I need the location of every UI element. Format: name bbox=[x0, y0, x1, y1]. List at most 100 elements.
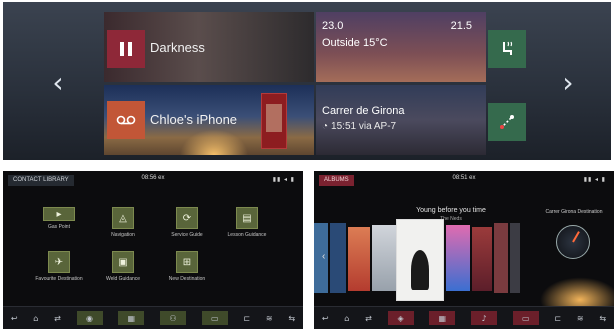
status-clock: 08:51 ex bbox=[452, 175, 476, 181]
compass-icon[interactable] bbox=[556, 225, 590, 259]
dock-apps-button[interactable]: ◉ bbox=[76, 311, 103, 325]
app-grid: ▸ Gas Point ◬ Navigation ⟳ Service Guide… bbox=[29, 207, 279, 295]
voicemail-icon bbox=[116, 115, 136, 125]
bottom-dock: ↩ ⌂ ⇄ ◈ ▦ ♪ ▭ ⊏ ≋ ⇆ bbox=[314, 306, 614, 329]
status-bar: ALBUMS 08:51 ex ▮▮ ◂ ▮ bbox=[314, 171, 614, 189]
album-cover[interactable] bbox=[372, 225, 396, 291]
phone-tile[interactable]: Chloe's iPhone bbox=[104, 85, 314, 155]
media-icon: ▭ bbox=[210, 313, 219, 323]
status-icons: ▮▮ ◂ ▮ bbox=[272, 177, 295, 183]
media-app-screen: ALBUMS 08:51 ex ▮▮ ◂ ▮ Young before you … bbox=[314, 171, 614, 329]
app-new-destination[interactable]: ⊞ New Destination bbox=[157, 251, 217, 282]
layout-icon[interactable]: ⊏ bbox=[554, 314, 561, 323]
back-icon[interactable]: ↩ bbox=[322, 314, 329, 323]
app-service-guide[interactable]: ⟳ Service Guide bbox=[157, 207, 217, 238]
app-navigation[interactable]: ◬ Navigation bbox=[93, 207, 153, 238]
back-icon[interactable]: ↩ bbox=[11, 314, 18, 323]
app-label: Navigation bbox=[111, 232, 135, 238]
albums-tab[interactable]: ALBUMS bbox=[319, 174, 354, 186]
dock-car-button[interactable]: ⚇ bbox=[160, 311, 187, 325]
passenger-temperature: 21.5 bbox=[450, 20, 472, 32]
road-light-image bbox=[174, 125, 254, 155]
home-icon[interactable]: ⌂ bbox=[344, 314, 349, 323]
pause-icon bbox=[120, 42, 132, 56]
music-icon: ♪ bbox=[481, 313, 487, 323]
previous-album-arrow[interactable]: ‹ bbox=[322, 251, 325, 262]
navigation-tile-background bbox=[316, 85, 486, 155]
media-tile[interactable]: Darkness bbox=[104, 12, 314, 82]
app-gas-point[interactable]: ▸ Gas Point bbox=[29, 207, 89, 230]
lesson-icon: ▤ bbox=[236, 207, 258, 229]
app-weld-guidance[interactable]: ▣ Weld Guidance bbox=[93, 251, 153, 282]
screen-icon[interactable]: ⊏ bbox=[243, 314, 250, 323]
app-favourite-destination[interactable]: ✈ Favourite Destination bbox=[29, 251, 89, 282]
swap-icon[interactable]: ⇄ bbox=[54, 314, 61, 323]
dock-media-button[interactable]: ▭ bbox=[201, 311, 228, 325]
dock-screen-button[interactable]: ▭ bbox=[512, 311, 539, 325]
pause-button[interactable] bbox=[107, 30, 145, 68]
album-cover[interactable] bbox=[314, 223, 328, 293]
dock-grid-button[interactable]: ▦ bbox=[429, 311, 456, 325]
car-icon: ⚇ bbox=[169, 313, 177, 323]
dock-music-button[interactable]: ♪ bbox=[471, 311, 498, 325]
apps-icon: ◉ bbox=[86, 313, 94, 323]
gas-icon: ▸ bbox=[43, 207, 75, 221]
status-bar: CONTACT LIBRARY 08:56 ex ▮▮ ◂ ▮ bbox=[3, 171, 303, 189]
arrival-eta-text: 15:51 via AP-7 bbox=[331, 121, 397, 132]
album-cover[interactable] bbox=[330, 223, 346, 293]
phone-booth-image bbox=[261, 93, 287, 149]
settings-icon[interactable]: ⇆ bbox=[288, 314, 295, 323]
weld-icon: ▣ bbox=[112, 251, 134, 273]
climate-tile[interactable]: 23.0 21.5 Outside 15°C bbox=[316, 12, 486, 82]
app-lesson-guidance[interactable]: ▤ Lesson Guidance bbox=[217, 207, 277, 238]
voicemail-button[interactable] bbox=[107, 101, 145, 139]
route-icon bbox=[500, 115, 514, 129]
bottom-dock: ↩ ⌂ ⇄ ◉ ▦ ⚇ ▭ ⊏ ≋ ⇆ bbox=[3, 306, 303, 329]
settings-icon[interactable]: ⇆ bbox=[599, 314, 606, 323]
home-app-screen: CONTACT LIBRARY 08:56 ex ▮▮ ◂ ▮ ▸ Gas Po… bbox=[3, 171, 303, 329]
next-page-arrow[interactable]: › bbox=[555, 62, 581, 102]
favourite-icon: ✈ bbox=[48, 251, 70, 273]
current-album-cover[interactable] bbox=[396, 219, 444, 301]
album-cover[interactable] bbox=[348, 227, 370, 291]
media-source-icon: ◈ bbox=[397, 313, 404, 323]
status-icons: ▮▮ ◂ ▮ bbox=[583, 177, 606, 183]
arrival-eta: ◔ 15:51 via AP-7 bbox=[322, 121, 396, 132]
album-cover[interactable] bbox=[510, 223, 520, 293]
navigation-tile[interactable]: Carrer de Girona ◔ 15:51 via AP-7 bbox=[316, 85, 486, 155]
route-button[interactable] bbox=[488, 103, 526, 141]
album-cover[interactable] bbox=[446, 225, 470, 291]
track-title: Young before you time bbox=[416, 207, 486, 214]
dock-media-source-button[interactable]: ◈ bbox=[387, 311, 414, 325]
album-cover[interactable] bbox=[494, 223, 508, 293]
app-label: Favourite Destination bbox=[35, 276, 83, 282]
navigation-destination-label: Carrer Girona Destination bbox=[545, 209, 603, 215]
screen-icon: ▭ bbox=[521, 313, 530, 323]
status-clock: 08:56 ex bbox=[141, 175, 165, 181]
driver-temperature: 23.0 bbox=[322, 20, 344, 32]
app-label: New Destination bbox=[168, 276, 206, 282]
swap-icon[interactable]: ⇄ bbox=[365, 314, 372, 323]
figure-artwork bbox=[411, 250, 429, 290]
contact-library-tab[interactable]: CONTACT LIBRARY bbox=[8, 174, 74, 186]
phone-device-name: Chloe's iPhone bbox=[150, 112, 238, 127]
previous-page-arrow[interactable]: ‹ bbox=[45, 62, 71, 102]
app-label: Service Guide bbox=[171, 232, 203, 238]
media-track-title: Darkness bbox=[150, 40, 205, 55]
grid-icon: ▦ bbox=[438, 313, 447, 323]
climate-icon[interactable]: ≋ bbox=[577, 314, 584, 323]
climate-icon[interactable]: ≋ bbox=[266, 314, 273, 323]
album-cover[interactable] bbox=[472, 227, 492, 291]
app-label: Lesson Guidance bbox=[227, 232, 267, 238]
app-label: Weld Guidance bbox=[105, 276, 141, 282]
home-icon[interactable]: ⌂ bbox=[33, 314, 38, 323]
home-carousel-panel: ‹ Darkness 23.0 21.5 Outside 15°C Chloe'… bbox=[3, 2, 611, 160]
outside-temperature: Outside 15°C bbox=[322, 37, 388, 49]
service-icon: ⟳ bbox=[176, 207, 198, 229]
seat-heat-button[interactable] bbox=[488, 30, 526, 68]
app-label: Gas Point bbox=[48, 224, 70, 230]
seat-heat-icon bbox=[503, 41, 513, 55]
dock-grid-button[interactable]: ▦ bbox=[118, 311, 145, 325]
navigation-icon: ◬ bbox=[112, 207, 134, 229]
destination-street: Carrer de Girona bbox=[322, 105, 405, 117]
